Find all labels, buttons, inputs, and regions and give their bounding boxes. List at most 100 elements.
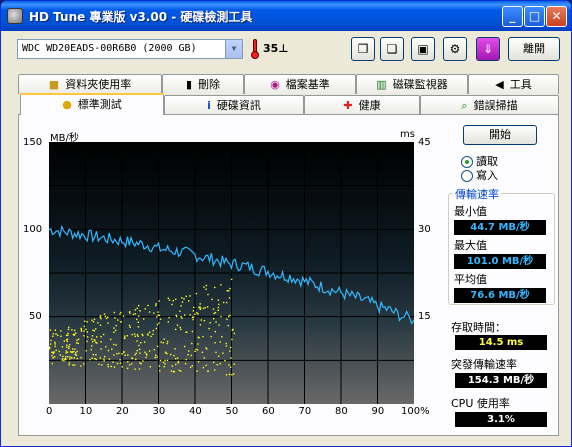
access-time-point — [144, 308, 146, 310]
options-button[interactable]: ⚙ — [443, 37, 467, 61]
access-time-point — [123, 351, 125, 354]
access-time-point — [128, 324, 131, 327]
maximize-button[interactable]: □ — [524, 6, 545, 27]
access-time-point — [126, 367, 129, 369]
access-time-point — [181, 297, 183, 299]
temperature-unit: ⊥ — [278, 42, 289, 55]
access-time-point — [171, 303, 173, 306]
download-button[interactable]: ⇓ — [476, 37, 500, 61]
access-time-point — [230, 346, 232, 349]
tab-error-scan[interactable]: ⌕ 錯誤掃描 — [420, 95, 559, 115]
tab-erase[interactable]: ▮ 刪除 — [162, 74, 244, 94]
access-time-point — [113, 366, 116, 368]
save-button[interactable]: ▣ — [411, 37, 435, 61]
access-time-point — [166, 352, 168, 355]
write-radio[interactable] — [461, 170, 473, 182]
access-time-point — [49, 343, 52, 345]
tab-info[interactable]: i 硬碟資訊 — [164, 95, 304, 115]
access-time-point — [51, 351, 53, 353]
access-time-point — [95, 341, 97, 344]
access-time-point — [150, 335, 152, 338]
access-time-point — [136, 334, 139, 336]
access-time-point — [233, 363, 235, 365]
access-time-point — [155, 354, 157, 356]
close-button[interactable]: ✕ — [546, 6, 567, 27]
access-time-point — [120, 321, 122, 323]
tab-tools[interactable]: ◀ 工具 — [468, 74, 559, 94]
drive-select[interactable]: WDC WD20EADS-00R6B0 (2000 GB) ▼ — [17, 39, 243, 59]
access-time-point — [167, 321, 169, 323]
access-time-point — [155, 303, 157, 305]
access-time-point — [171, 365, 173, 367]
app-window: HD Tune 專業版 v3.00 - 硬碟檢測工具 _ □ ✕ WDC WD2… — [0, 0, 572, 447]
start-button[interactable]: 開始 — [463, 125, 537, 145]
access-time-point — [76, 350, 78, 353]
tab-label: 刪除 — [198, 78, 221, 91]
access-time-point — [91, 338, 93, 340]
transfer-rate-group: 傳輸速率 最小值 44.7 MB/秒 最大值 101.0 MB/秒 平均值 76… — [448, 186, 555, 305]
access-time-point — [229, 287, 231, 290]
access-time-point — [100, 336, 102, 338]
access-time-point — [191, 342, 193, 345]
access-time-point — [166, 340, 169, 343]
access-time-point — [129, 312, 131, 314]
access-time-point — [110, 338, 112, 341]
minimize-button[interactable]: _ — [502, 6, 523, 27]
chevron-down-icon[interactable]: ▼ — [225, 40, 242, 58]
exit-button[interactable]: 離開 — [508, 37, 560, 61]
tab-folder-usage[interactable]: ■ 資料夾使用率 — [18, 74, 162, 94]
access-time-point — [218, 355, 220, 357]
transfer-rate-chart — [49, 142, 414, 404]
access-time-point — [54, 329, 56, 331]
access-time-point — [129, 364, 131, 366]
access-time-point — [172, 300, 174, 302]
access-time-point — [183, 298, 185, 300]
access-time-point — [86, 331, 88, 333]
access-time-point — [50, 339, 52, 342]
access-time-point — [134, 309, 136, 311]
write-option[interactable]: 寫入 — [461, 167, 498, 183]
access-time-point — [75, 342, 78, 344]
access-time-point — [99, 324, 102, 326]
tab-label: 檔案基準 — [285, 78, 330, 91]
magnifier-icon: ⌕ — [461, 99, 468, 112]
toolbar: WDC WD20EADS-00R6B0 (2000 GB) ▼ 35⊥ ❐ ❏ … — [1, 31, 571, 67]
copy-text-button[interactable]: ❐ — [351, 37, 375, 61]
access-time-point — [112, 361, 114, 363]
copy-image-button[interactable]: ❏ — [380, 37, 404, 61]
access-time-point — [52, 357, 54, 359]
arrow-down-icon: ⇓ — [482, 42, 494, 56]
tab-benchmark[interactable]: ● 標準測試 — [20, 93, 164, 115]
access-time-point — [75, 332, 77, 334]
access-time-point — [147, 334, 149, 336]
access-time-point — [154, 356, 156, 359]
access-time-point — [197, 313, 199, 315]
access-time-point — [189, 366, 192, 368]
access-time-point — [91, 319, 93, 321]
access-time-point — [107, 322, 109, 324]
tab-label: 錯誤掃描 — [473, 99, 518, 112]
y-right-tick: 45 — [418, 137, 431, 148]
access-time-label: 存取時間： — [451, 321, 506, 334]
access-time-point — [214, 311, 217, 314]
title-bar[interactable]: HD Tune 專業版 v3.00 - 硬碟檢測工具 _ □ ✕ — [1, 1, 571, 31]
app-icon — [7, 8, 23, 24]
access-time-point — [75, 354, 78, 356]
access-time-point — [51, 355, 53, 357]
access-time-point — [147, 304, 149, 307]
tab-disk-monitor[interactable]: ▥ 磁碟監視器 — [356, 74, 468, 94]
burst-rate-label: 突發傳輸速率 — [451, 358, 517, 371]
x-tick: 70 — [298, 406, 312, 417]
tab-health[interactable]: ✚ 健康 — [304, 95, 420, 115]
tab-file-benchmark[interactable]: ◉ 檔案基準 — [244, 74, 356, 94]
max-label: 最大值 — [454, 239, 487, 252]
access-time-point — [175, 363, 177, 366]
access-time-point — [183, 345, 186, 348]
access-time-point — [227, 324, 229, 327]
access-time-point — [230, 278, 233, 281]
access-time-point — [68, 344, 71, 346]
copy-icon: ❐ — [357, 42, 369, 56]
access-time-point — [66, 351, 69, 353]
access-time-point — [93, 330, 96, 332]
access-time-point — [191, 365, 193, 367]
